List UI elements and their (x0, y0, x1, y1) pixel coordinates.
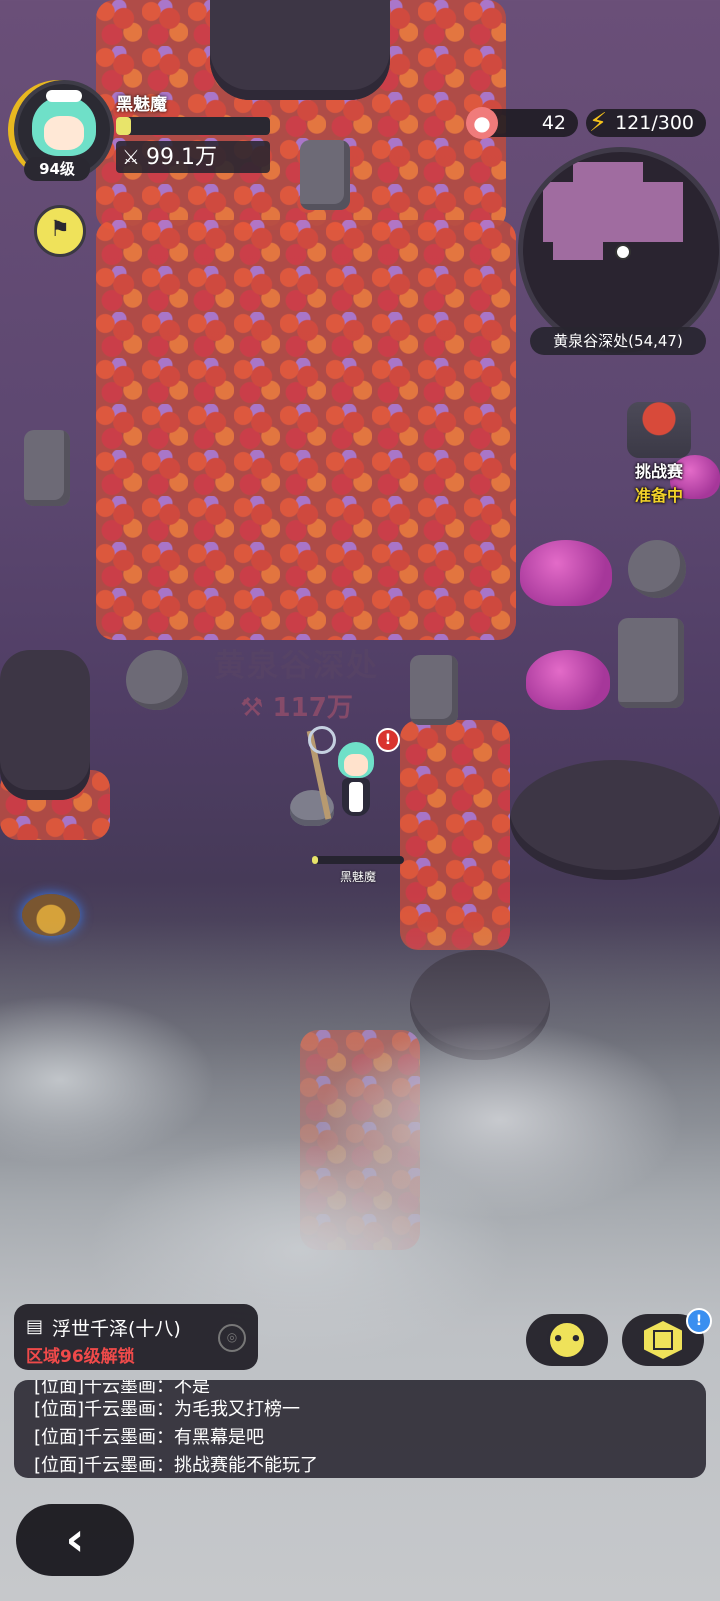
challenge-character-icon (627, 402, 691, 458)
minimap[interactable] (518, 147, 720, 353)
gravestone (300, 140, 350, 210)
stone-pillar (210, 0, 390, 100)
next-zone-unlock: 区域96级解锁 (26, 1347, 135, 1367)
player-level: 94级 (24, 157, 90, 181)
rock (126, 650, 188, 710)
lightning-icon: ⚡ (588, 108, 608, 138)
fog-of-war (0, 920, 720, 1601)
peach-icon: ● (466, 107, 498, 139)
character-hp-bar (312, 856, 404, 864)
stone-pillar (510, 760, 720, 880)
peach-resource[interactable]: ● 42 (466, 107, 578, 139)
back-button[interactable]: ‹ (16, 1504, 134, 1576)
mushroom (520, 540, 612, 606)
zone-watermark-power: ⚒ 117万 (240, 693, 353, 723)
character-hp-fill (312, 856, 318, 864)
chat-message: [位面]千云墨画：挑战赛能不能玩了 (34, 1455, 319, 1476)
cube-box-outline (653, 1330, 673, 1350)
peach-value: 42 (541, 112, 566, 134)
avatar-face (44, 116, 84, 150)
combat-power-value: 99.1万 (146, 145, 217, 170)
flag-icon: ⚑ (50, 217, 70, 242)
minimap-area (553, 240, 603, 260)
location-label: 黄泉谷深处(54,47) (530, 327, 706, 355)
chat-panel[interactable]: [位面]千云墨画：不是 [位面]千云墨画：为毛我又打榜一 [位面]千云墨画：有黑… (14, 1380, 706, 1478)
staff-head (308, 726, 336, 754)
challenge-status: 准备中 (634, 486, 683, 505)
zone-watermark-name: 黄泉谷深处 (214, 648, 379, 684)
character-apron (349, 782, 363, 812)
alert-icon[interactable]: ! (376, 728, 400, 752)
challenge-title: 挑战赛 (634, 462, 683, 481)
stone-pillar (0, 650, 90, 800)
next-zone-card[interactable]: ▤ 浮世千泽(十八) 区域96级解锁 ◎ (14, 1304, 258, 1370)
flag-button[interactable]: ⚑ (34, 205, 86, 257)
minimap-area (573, 162, 643, 202)
challenge-event-button[interactable]: 挑战赛 准备中 (614, 402, 704, 505)
player-hp-fill (116, 117, 132, 135)
back-arrow-icon: ‹ (65, 1512, 85, 1566)
mushroom (526, 650, 610, 710)
character-name: 黑魅魔 (339, 870, 376, 884)
zone-watermark-power-value: 117万 (272, 693, 353, 723)
emoji-icon: • • (547, 1320, 587, 1360)
gravestone (410, 655, 458, 725)
energy-value: 121/300 (615, 112, 694, 134)
combat-power: ⚔ 99.1万 (116, 141, 270, 173)
avatar-maid-cap (46, 90, 82, 102)
gravestone (618, 618, 684, 708)
box-notification-badge: ! (686, 1308, 712, 1334)
rock (628, 540, 686, 598)
character-face (344, 754, 368, 776)
energy-resource[interactable]: ⚡ 121/300 (586, 108, 706, 138)
player-name: 黑魅魔 (116, 95, 167, 115)
flower-field (96, 220, 516, 640)
player-hp-bar (116, 117, 270, 135)
document-icon: ▤ (26, 1316, 44, 1337)
next-zone-title: 浮世千泽(十八) (52, 1318, 181, 1340)
crossed-swords-icon: ⚔ (122, 145, 140, 169)
minimap-player-marker (615, 244, 631, 260)
gravestone (24, 430, 70, 506)
chat-message: [位面]千云墨画：有黑幕是吧 (34, 1427, 265, 1448)
emoji-button[interactable]: • • (526, 1314, 608, 1366)
chat-message: [位面]千云墨画：为毛我又打榜一 (34, 1399, 301, 1420)
target-icon[interactable]: ◎ (218, 1324, 246, 1352)
flower-field (400, 720, 510, 950)
zone-watermark: 黄泉谷深处 ⚒ 117万 (214, 640, 379, 724)
